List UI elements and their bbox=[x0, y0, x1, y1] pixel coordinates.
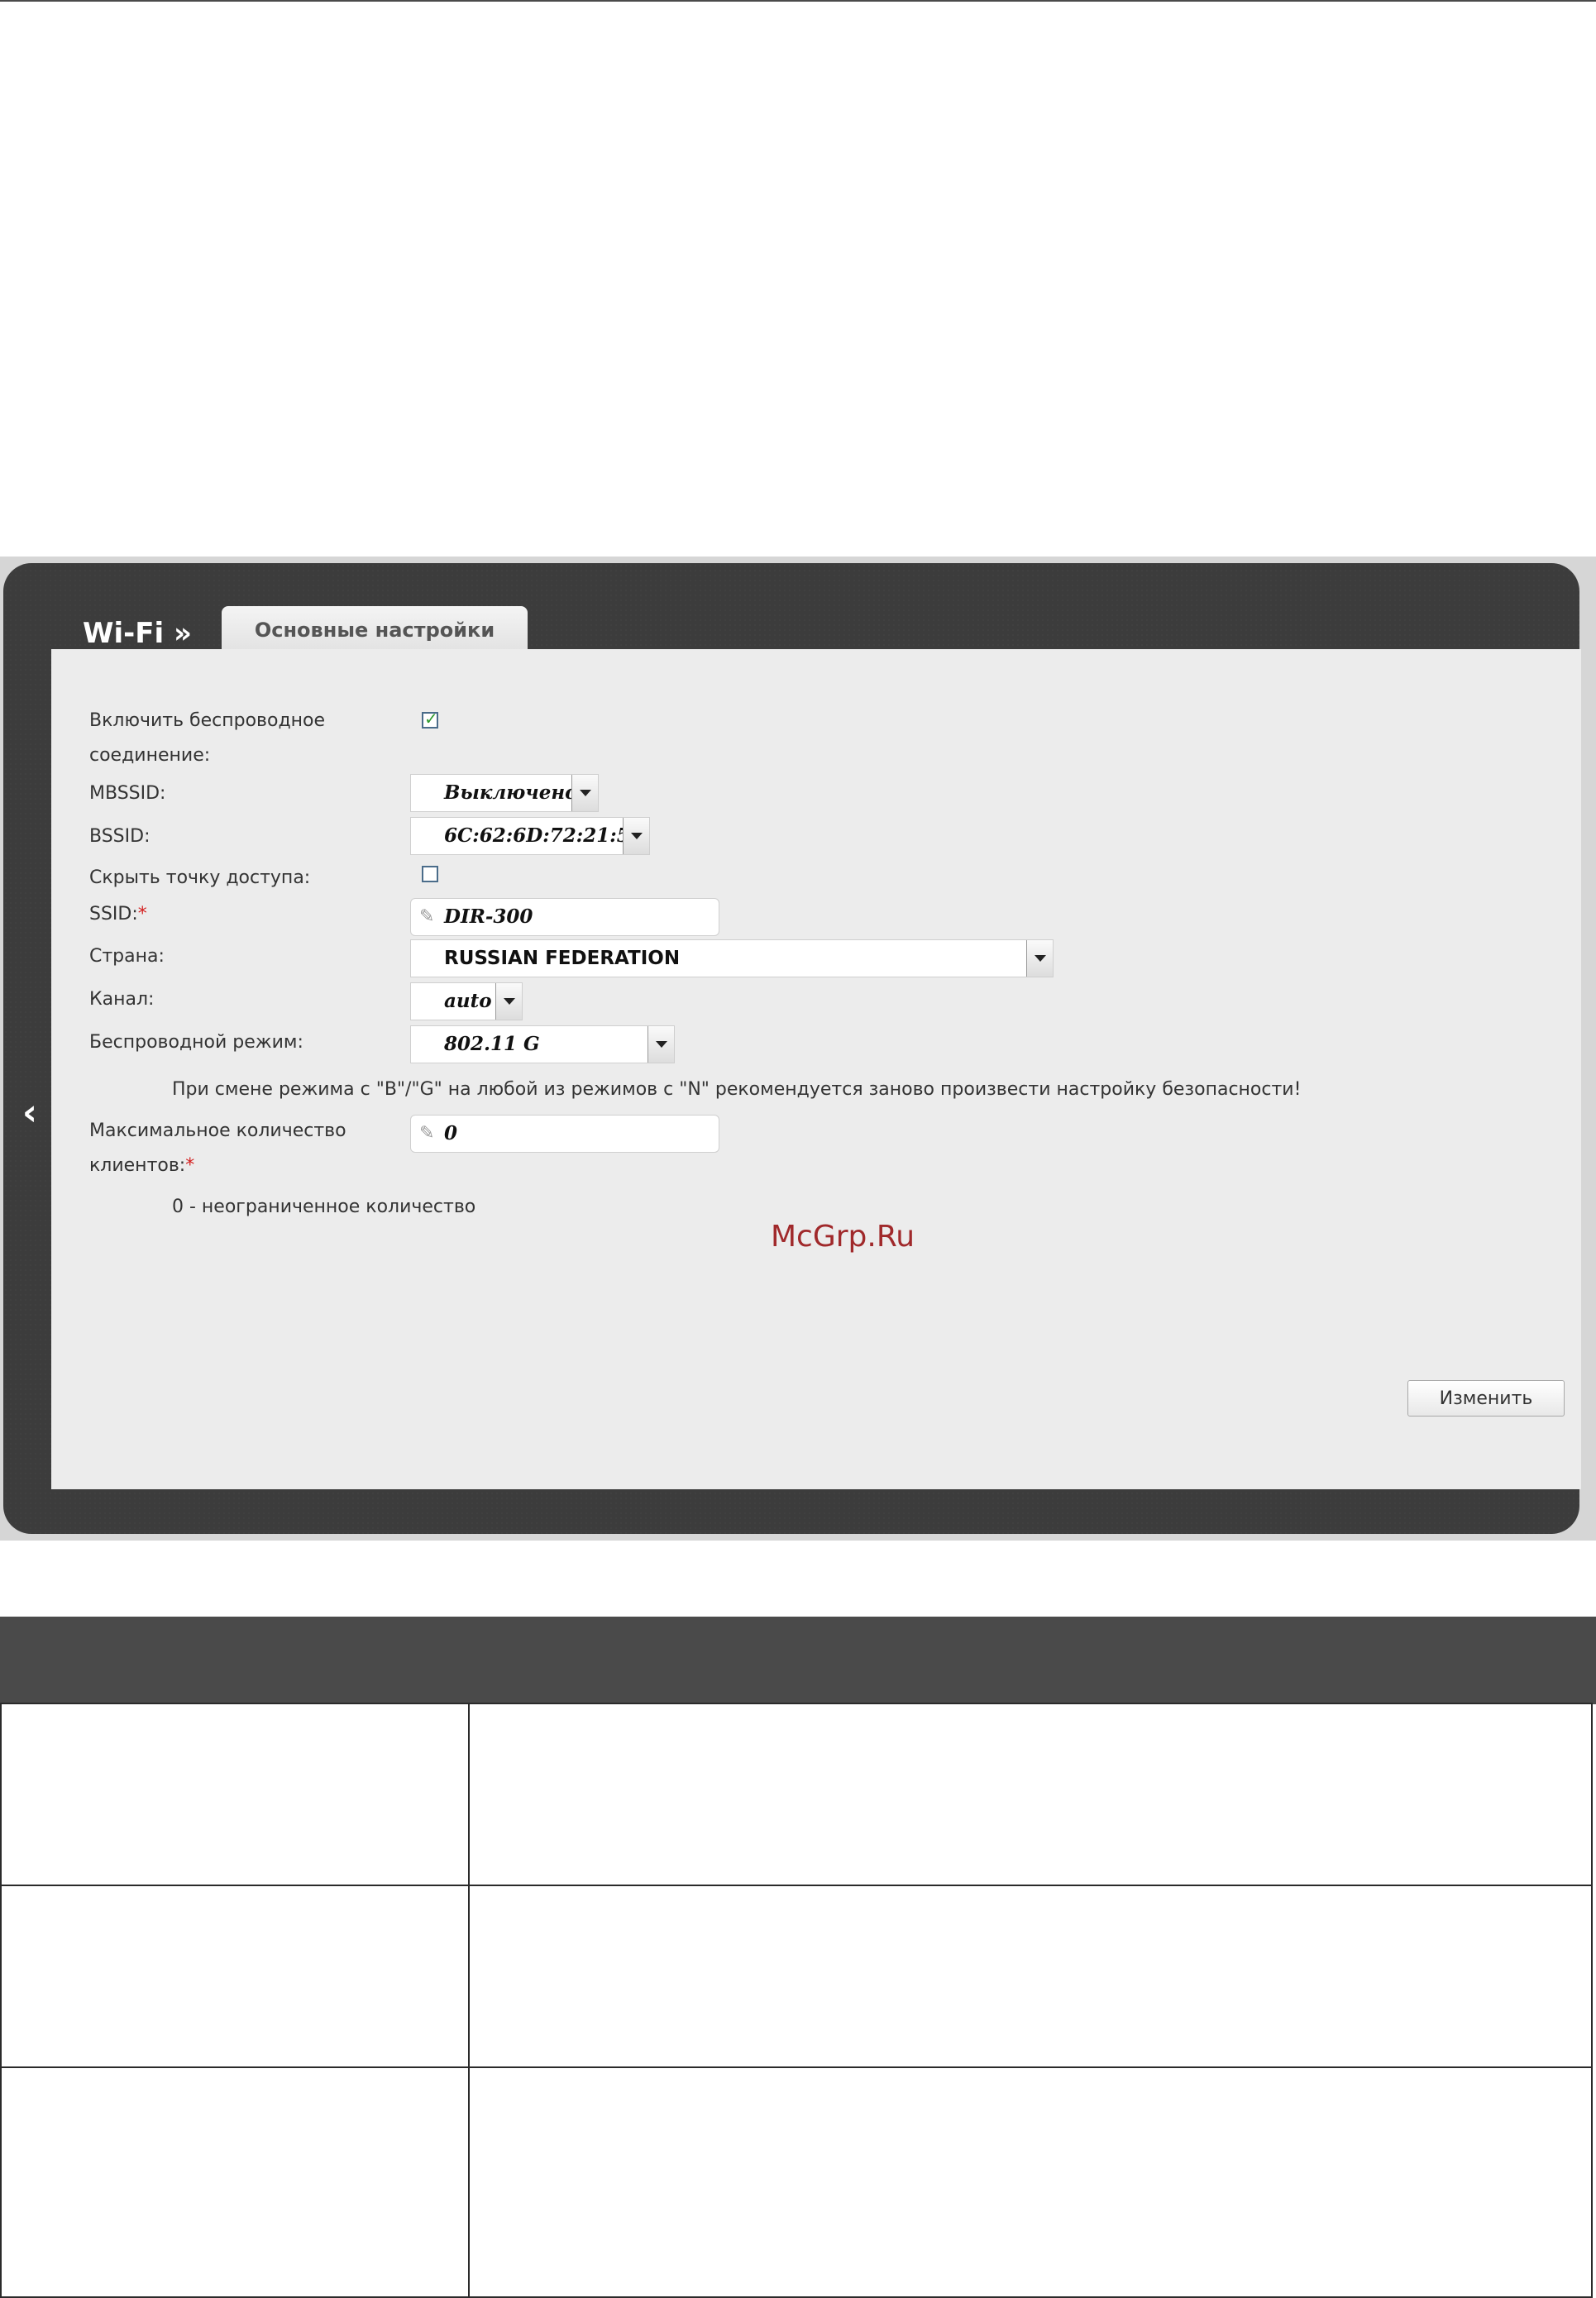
hide-ap-label: Скрыть точку доступа: bbox=[89, 867, 311, 888]
pencil-icon: ✎ bbox=[419, 1123, 435, 1144]
country-label: Страна: bbox=[89, 946, 165, 967]
router-ui-frame: Wi-Fi » Основные настройки ‹ Включить бе… bbox=[3, 563, 1581, 1534]
top-rule bbox=[0, 0, 1596, 2]
ssid-value: DIR-300 bbox=[444, 905, 533, 928]
channel-value: auto bbox=[444, 990, 492, 1012]
mbssid-label: MBSSID: bbox=[89, 783, 166, 804]
mode-select[interactable]: 802.11 G bbox=[410, 1025, 675, 1063]
max-clients-label: Максимальное количество клиентов:* bbox=[89, 1120, 346, 1176]
caret-down-icon[interactable] bbox=[495, 983, 522, 1020]
bssid-select[interactable]: 6C:62:6D:72:21:55 bbox=[410, 817, 650, 855]
checkmark-icon: ✓ bbox=[424, 709, 438, 729]
table-row bbox=[0, 1703, 1593, 1886]
hide-ap-checkbox[interactable] bbox=[422, 866, 438, 882]
mode-label: Беспроводной режим: bbox=[89, 1032, 303, 1053]
bssid-value: 6C:62:6D:72:21:55 bbox=[444, 824, 643, 847]
table-row bbox=[0, 2066, 1593, 2298]
tab-basic-settings[interactable]: Основные настройки bbox=[222, 606, 528, 652]
required-marker: * bbox=[185, 1155, 195, 1176]
ssid-label: SSID:* bbox=[89, 904, 147, 924]
pencil-icon: ✎ bbox=[419, 906, 435, 927]
caret-down-icon[interactable] bbox=[1026, 940, 1053, 977]
enable-wireless-label: Включить беспроводное соединение: bbox=[89, 710, 326, 766]
parameter-table bbox=[0, 1617, 1596, 2298]
mbssid-select[interactable]: Выключено bbox=[410, 774, 599, 812]
mbssid-value: Выключено bbox=[444, 781, 578, 804]
change-button[interactable]: Изменить bbox=[1407, 1380, 1565, 1417]
max-clients-input[interactable]: ✎ 0 bbox=[410, 1115, 719, 1153]
caret-down-icon[interactable] bbox=[647, 1026, 674, 1063]
country-select[interactable]: RUSSIAN FEDERATION bbox=[410, 939, 1054, 977]
chevron-left-icon[interactable]: ‹ bbox=[15, 1091, 45, 1135]
mode-hint: При смене режима с "B"/"G" на любой из р… bbox=[172, 1079, 1302, 1100]
max-clients-hint: 0 - неограниченное количество bbox=[172, 1197, 476, 1217]
enable-wireless-checkbox[interactable]: ✓ bbox=[422, 709, 438, 729]
bssid-label: BSSID: bbox=[89, 826, 151, 847]
caret-down-icon[interactable] bbox=[571, 775, 598, 811]
required-marker: * bbox=[137, 904, 147, 924]
channel-select[interactable]: auto bbox=[410, 982, 523, 1020]
settings-panel: Включить беспроводное соединение: ✓ MBSS… bbox=[51, 649, 1581, 1489]
table-header bbox=[0, 1617, 1596, 1704]
channel-label: Канал: bbox=[89, 989, 155, 1010]
router-ui-screenshot: Wi-Fi » Основные настройки ‹ Включить бе… bbox=[0, 557, 1596, 1541]
breadcrumb[interactable]: Wi-Fi » bbox=[83, 617, 192, 650]
table-row bbox=[0, 1885, 1593, 2068]
max-clients-value: 0 bbox=[444, 1122, 458, 1144]
watermark: McGrp.Ru bbox=[771, 1220, 915, 1254]
ssid-input[interactable]: ✎ DIR-300 bbox=[410, 898, 719, 936]
caret-down-icon[interactable] bbox=[623, 818, 649, 854]
country-value: RUSSIAN FEDERATION bbox=[444, 948, 681, 969]
mode-value: 802.11 G bbox=[444, 1033, 540, 1055]
